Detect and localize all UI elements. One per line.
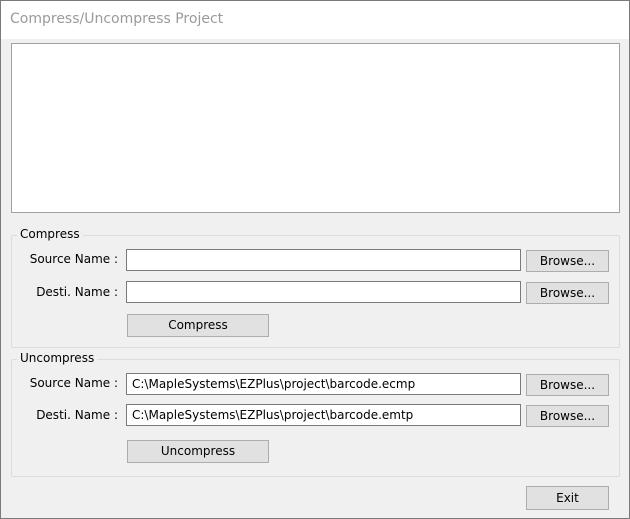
uncompress-source-browse-button[interactable]: Browse... [526, 374, 609, 396]
compress-dest-input[interactable] [126, 281, 521, 303]
uncompress-source-input[interactable]: C:\MapleSystems\EZPlus\project\barcode.e… [126, 373, 521, 395]
compress-dest-browse-button[interactable]: Browse... [526, 282, 609, 304]
window-title: Compress/Uncompress Project [10, 11, 224, 27]
compress-button[interactable]: Compress [127, 314, 269, 337]
compress-dest-label: Desti. Name : [36, 285, 118, 299]
uncompress-button[interactable]: Uncompress [127, 440, 269, 463]
uncompress-source-label: Source Name : [29, 376, 118, 390]
uncompress-dest-label: Desti. Name : [36, 408, 118, 422]
dialog-window: Compress/Uncompress Project Compress Sou… [0, 0, 630, 519]
uncompress-dest-input[interactable]: C:\MapleSystems\EZPlus\project\barcode.e… [126, 404, 521, 426]
uncompress-group-label: Uncompress [17, 351, 98, 365]
compress-group-label: Compress [17, 227, 83, 241]
compress-source-browse-button[interactable]: Browse... [526, 250, 609, 272]
exit-button[interactable]: Exit [526, 486, 609, 510]
compress-source-input[interactable] [126, 249, 521, 271]
output-log-area[interactable] [11, 43, 620, 213]
compress-source-label: Source Name : [29, 252, 118, 266]
title-bar[interactable]: Compress/Uncompress Project [1, 1, 629, 39]
uncompress-dest-browse-button[interactable]: Browse... [526, 405, 609, 427]
